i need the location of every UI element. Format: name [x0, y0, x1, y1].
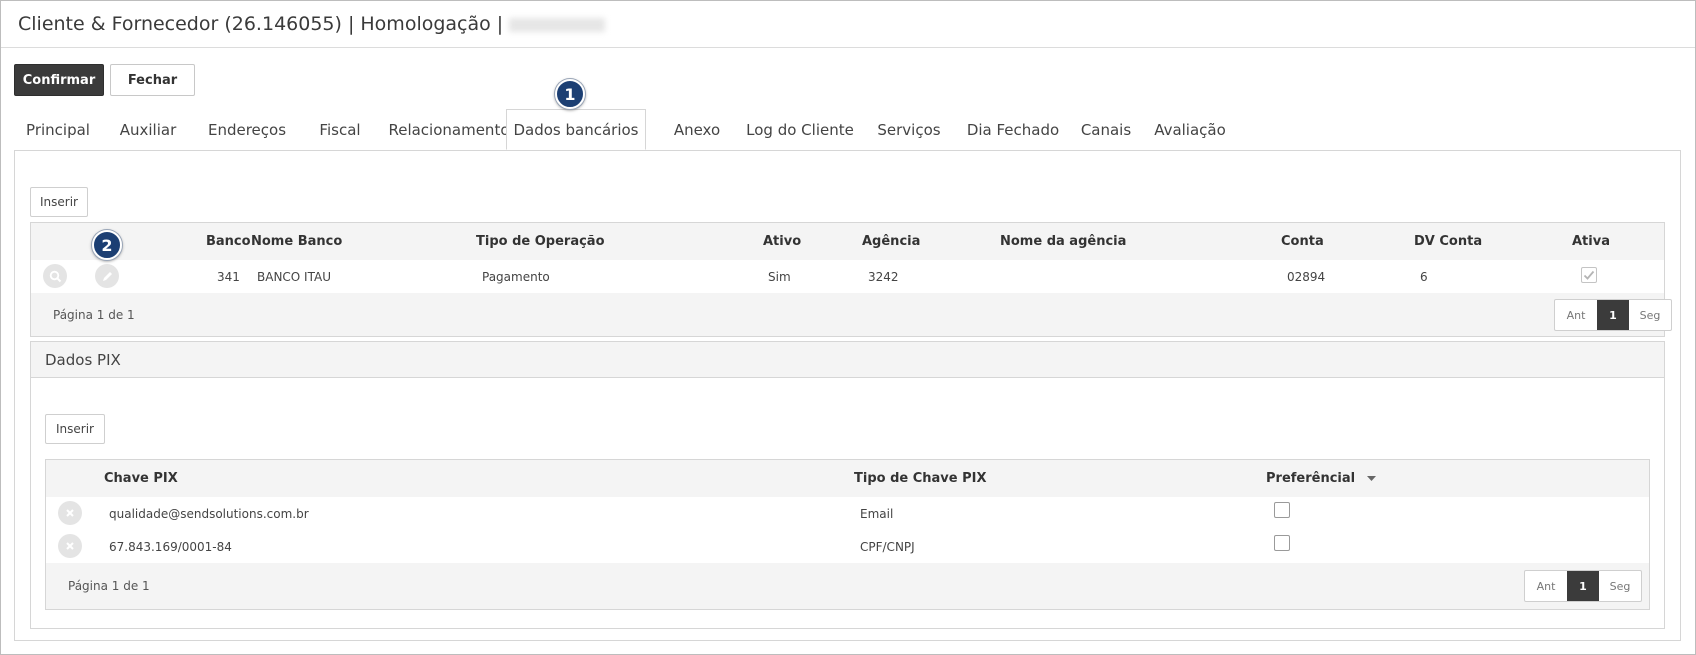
current-page-button[interactable]: 1: [1597, 300, 1629, 330]
tab-dia-fechado[interactable]: Dia Fechado: [956, 109, 1070, 150]
tab-content-panel: Inserir Banco Nome Banco Tipo de Operaçã…: [14, 150, 1681, 641]
cell-conta: 02894: [1287, 269, 1326, 284]
prev-page-button[interactable]: Ant: [1525, 571, 1567, 601]
preferencial-checkbox[interactable]: [1274, 502, 1290, 518]
page-title: Cliente & Fornecedor (26.146055) | Homol…: [18, 13, 606, 35]
insert-pix-button[interactable]: Inserir: [45, 414, 105, 444]
tab-bar: Principal Auxiliar Endereços Fiscal Rela…: [14, 109, 1696, 150]
tab-relacionamento[interactable]: Relacionamento: [380, 109, 518, 150]
cell-banco: 341: [217, 269, 240, 284]
cell-nome-banco: BANCO ITAU: [257, 269, 331, 284]
sort-caret-icon: [1367, 475, 1377, 481]
col-header-conta[interactable]: Conta: [1281, 223, 1324, 260]
tab-enderecos[interactable]: Endereços: [194, 109, 300, 150]
search-icon[interactable]: [43, 264, 67, 288]
cell-dv-conta: 6: [1420, 269, 1428, 284]
tab-auxiliar[interactable]: Auxiliar: [112, 109, 184, 150]
table-row[interactable]: 67.843.169/0001-84 CPF/CNPJ: [46, 530, 1649, 564]
cell-chave-pix: 67.843.169/0001-84: [109, 539, 232, 554]
pix-grid: Chave PIX Tipo de Chave PIX Preferêncial…: [45, 459, 1650, 610]
edit-icon[interactable]: [95, 264, 119, 288]
insert-bank-button[interactable]: Inserir: [30, 187, 88, 217]
col-header-tipo-chave-pix[interactable]: Tipo de Chave PIX: [854, 460, 987, 497]
pix-section: Dados PIX Inserir Chave PIX Tipo de Chav…: [30, 341, 1665, 629]
grid-header: Chave PIX Tipo de Chave PIX Preferêncial: [46, 460, 1649, 498]
col-header-ativa[interactable]: Ativa: [1572, 223, 1610, 260]
close-button[interactable]: Fechar: [110, 64, 195, 96]
tab-avaliacao[interactable]: Avaliação: [1144, 109, 1236, 150]
pagination-text: Página 1 de 1: [53, 307, 135, 322]
pix-section-title: Dados PIX: [31, 342, 1664, 378]
grid-header: Banco Nome Banco Tipo de Operação Ativo …: [31, 223, 1664, 261]
preferencial-checkbox[interactable]: [1274, 535, 1290, 551]
col-header-dv-conta[interactable]: DV Conta: [1414, 223, 1482, 260]
tab-servicos[interactable]: Serviços: [866, 109, 952, 150]
table-row[interactable]: 341 BANCO ITAU Pagamento Sim 3242 02894 …: [31, 260, 1664, 294]
col-header-tipo-operacao[interactable]: Tipo de Operação: [476, 223, 605, 260]
current-page-button[interactable]: 1: [1567, 571, 1599, 601]
page-title-text: Cliente & Fornecedor (26.146055) | Homol…: [18, 13, 504, 35]
pagination: Ant 1 Seg: [1524, 570, 1642, 602]
pagination: Ant 1 Seg: [1554, 299, 1672, 331]
pagination-text: Página 1 de 1: [68, 579, 150, 593]
col-header-preferencial-label: Preferêncial: [1266, 471, 1356, 486]
col-header-nome-agencia[interactable]: Nome da agência: [1000, 223, 1126, 260]
step-marker-1: 1: [555, 79, 585, 109]
tab-fiscal[interactable]: Fiscal: [306, 109, 374, 150]
cell-chave-pix: qualidade@sendsolutions.com.br: [109, 506, 309, 521]
col-header-ativo[interactable]: Ativo: [763, 223, 801, 260]
cell-tipo-operacao: Pagamento: [482, 269, 550, 284]
bank-accounts-grid: Banco Nome Banco Tipo de Operação Ativo …: [30, 222, 1672, 337]
col-header-nome-banco[interactable]: Nome Banco: [251, 223, 342, 260]
tab-canais[interactable]: Canais: [1074, 109, 1138, 150]
cell-ativo: Sim: [768, 269, 791, 284]
prev-page-button[interactable]: Ant: [1555, 300, 1597, 330]
ativa-checkbox[interactable]: [1581, 267, 1597, 283]
cell-agencia: 3242: [868, 269, 899, 284]
grid-footer: Página 1 de 1 Ant 1 Seg: [31, 293, 1672, 336]
confirm-button[interactable]: Confirmar: [14, 64, 104, 96]
tab-anexo[interactable]: Anexo: [662, 109, 732, 150]
tab-principal[interactable]: Principal: [14, 109, 102, 150]
tab-dados-bancarios[interactable]: Dados bancários: [506, 109, 646, 150]
col-header-agencia[interactable]: Agência: [862, 223, 920, 260]
col-header-chave-pix[interactable]: Chave PIX: [104, 460, 178, 497]
redacted-text: [509, 17, 606, 32]
tab-log-do-cliente[interactable]: Log do Cliente: [738, 109, 862, 150]
remove-icon[interactable]: [58, 534, 82, 558]
remove-icon[interactable]: [58, 501, 82, 525]
table-row[interactable]: qualidade@sendsolutions.com.br Email: [46, 497, 1649, 531]
step-marker-2: 2: [92, 230, 122, 260]
col-header-preferencial[interactable]: Preferêncial: [1266, 460, 1377, 497]
title-divider: [1, 47, 1695, 48]
next-page-button[interactable]: Seg: [1629, 300, 1671, 330]
next-page-button[interactable]: Seg: [1599, 571, 1641, 601]
cell-tipo-chave: CPF/CNPJ: [860, 539, 915, 554]
grid-footer: Página 1 de 1 Ant 1 Seg: [46, 563, 1649, 609]
cell-tipo-chave: Email: [860, 506, 894, 521]
col-header-banco[interactable]: Banco: [206, 223, 251, 260]
